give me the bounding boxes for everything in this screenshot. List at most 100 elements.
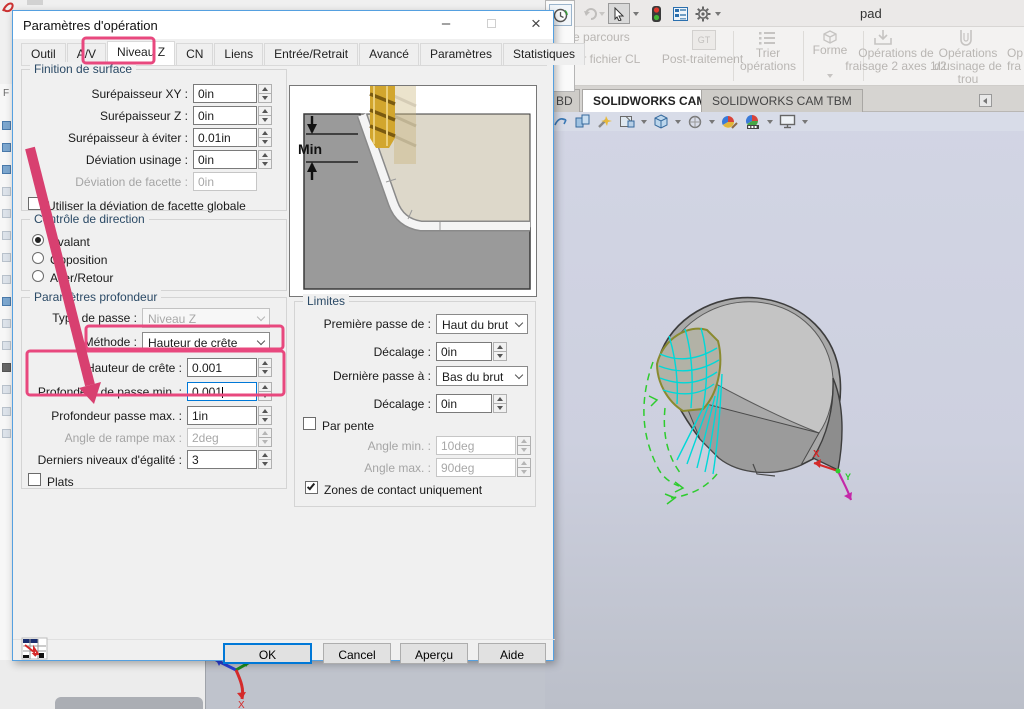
measure-icon[interactable] <box>553 114 569 129</box>
field-label: Surépaisseur à éviter : <box>22 131 188 145</box>
left-toolbar-icon[interactable] <box>2 385 11 394</box>
radio-aller-retour[interactable] <box>32 270 44 282</box>
left-toolbar-icon[interactable] <box>2 121 11 130</box>
edit-appearance-icon[interactable] <box>721 114 738 130</box>
left-toolbar-icon[interactable] <box>2 165 11 174</box>
field-label: Déviation de facette : <box>22 175 188 189</box>
facet-deviation-checkbox[interactable] <box>28 197 41 210</box>
deviation-usinage-input[interactable]: 0in <box>193 150 257 169</box>
field-label: Dernière passe à : <box>295 369 431 383</box>
tab-cn[interactable]: CN <box>176 43 213 65</box>
spinner[interactable] <box>258 382 272 401</box>
radio-avalant[interactable] <box>32 234 44 246</box>
profondeur-passe-min-input[interactable]: 0.001 <box>187 382 257 401</box>
premiere-passe-combo[interactable]: Haut du brut <box>436 314 528 334</box>
cancel-button[interactable]: Cancel <box>323 643 391 664</box>
left-toolbar-icon[interactable] <box>2 297 11 306</box>
ok-button[interactable]: OK <box>223 643 312 664</box>
field-label: Hauteur de crête : <box>22 361 182 375</box>
spinner[interactable] <box>258 406 272 425</box>
zones-contact-checkbox[interactable] <box>305 481 318 494</box>
dialog-titlebar[interactable]: Paramètres d'opération – × <box>13 11 553 39</box>
minimize-button[interactable]: – <box>426 11 466 37</box>
left-toolbar-icon[interactable] <box>2 187 11 196</box>
property-list-icon[interactable] <box>669 3 691 24</box>
left-toolbar-icon[interactable] <box>2 275 11 284</box>
maximize-button[interactable] <box>471 11 511 37</box>
radio-label: Aller/Retour <box>50 271 113 285</box>
spinner[interactable] <box>258 106 272 125</box>
surepaisseur-xy-input[interactable]: 0in <box>193 84 257 103</box>
display-style-icon[interactable] <box>687 115 703 129</box>
view-settings-icon[interactable] <box>779 114 796 129</box>
view-orientation-cube-icon[interactable] <box>653 114 669 130</box>
spinner[interactable] <box>258 358 272 377</box>
instant3d-icon[interactable] <box>597 114 613 129</box>
dropdown-arrow[interactable] <box>675 120 681 124</box>
field-label: Méthode : <box>22 335 137 349</box>
spinner[interactable] <box>258 450 272 469</box>
left-toolbar-icon[interactable] <box>2 429 11 438</box>
gear-icon[interactable] <box>692 3 714 24</box>
preview-button[interactable]: Aperçu <box>400 643 468 664</box>
tab-parametres[interactable]: Paramètres <box>420 43 502 65</box>
extrude-icon[interactable] <box>575 114 591 129</box>
par-pente-checkbox[interactable] <box>303 417 316 430</box>
decalage1-input[interactable]: 0in <box>436 342 492 361</box>
limits-group: Limites Première passe de : Haut du brut… <box>294 301 536 507</box>
spinner[interactable] <box>493 394 507 413</box>
close-button[interactable]: × <box>516 11 556 37</box>
derniere-passe-combo[interactable]: Bas du brut <box>436 366 528 386</box>
left-panel-tab[interactable]: F <box>3 88 9 99</box>
checkbox-label: Plats <box>47 475 74 489</box>
select-dropdown-arrow[interactable] <box>631 3 641 24</box>
group-title: Limites <box>303 294 349 308</box>
help-button[interactable]: Aide <box>478 643 546 664</box>
group-title: Contrôle de direction <box>30 212 149 226</box>
dropdown-arrow[interactable] <box>767 120 773 124</box>
surepaisseur-z-input[interactable]: 0in <box>193 106 257 125</box>
radio-opposition[interactable] <box>32 252 44 264</box>
dropdown-arrow[interactable] <box>709 120 715 124</box>
left-toolbar-icon[interactable] <box>2 143 11 152</box>
surepaisseur-eviter-input[interactable]: 0.01in <box>193 128 257 147</box>
triad-x-label: X <box>238 700 245 709</box>
traffic-light-icon[interactable] <box>645 3 667 24</box>
hauteur-crete-input[interactable]: 0.001 <box>187 358 257 377</box>
plats-checkbox[interactable] <box>28 473 41 486</box>
spinner[interactable] <box>493 342 507 361</box>
dropdown-arrow[interactable] <box>641 120 647 124</box>
panel-grip[interactable] <box>55 697 203 709</box>
field-label: Surépaisseur XY : <box>22 87 188 101</box>
field-label: Décalage : <box>295 397 431 411</box>
decalage2-input[interactable]: 0in <box>436 394 492 413</box>
left-toolbar-icon[interactable] <box>2 407 11 416</box>
tab-avance[interactable]: Avancé <box>359 43 419 65</box>
section-view-icon[interactable] <box>619 114 635 129</box>
min-label: Min <box>298 141 322 157</box>
profondeur-passe-max-input[interactable]: 1in <box>187 406 257 425</box>
tab-solidworks-cam[interactable]: SOLIDWORKS CAM <box>582 89 717 112</box>
tab-statistiques[interactable]: Statistiques <box>503 43 585 65</box>
select-cursor-icon[interactable] <box>608 3 630 24</box>
tab-solidworks-cam-tbm[interactable]: SOLIDWORKS CAM TBM <box>701 89 863 112</box>
collapse-panel-icon[interactable] <box>979 94 992 107</box>
left-toolbar-icon[interactable] <box>2 319 11 328</box>
spinner[interactable] <box>258 150 272 169</box>
derniers-niveaux-input[interactable]: 3 <box>187 450 257 469</box>
left-toolbar-icon[interactable] <box>2 231 11 240</box>
left-toolbar-icon[interactable] <box>2 253 11 262</box>
dropdown-arrow[interactable] <box>802 120 808 124</box>
spinner[interactable] <box>258 128 272 147</box>
maximize-icon <box>487 19 496 28</box>
left-toolbar-icon[interactable] <box>2 341 11 350</box>
spinner[interactable] <box>258 84 272 103</box>
methode-combo[interactable]: Hauteur de crête <box>142 332 270 352</box>
angle-rampe-max-input: 2deg <box>187 428 257 447</box>
gear-dropdown-arrow[interactable] <box>713 3 723 24</box>
left-toolbar-icon[interactable] <box>2 363 11 372</box>
tab-entree-retrait[interactable]: Entrée/Retrait <box>264 43 358 65</box>
left-toolbar-icon[interactable] <box>2 209 11 218</box>
tab-liens[interactable]: Liens <box>214 43 263 65</box>
apply-scene-icon[interactable] <box>744 114 761 130</box>
